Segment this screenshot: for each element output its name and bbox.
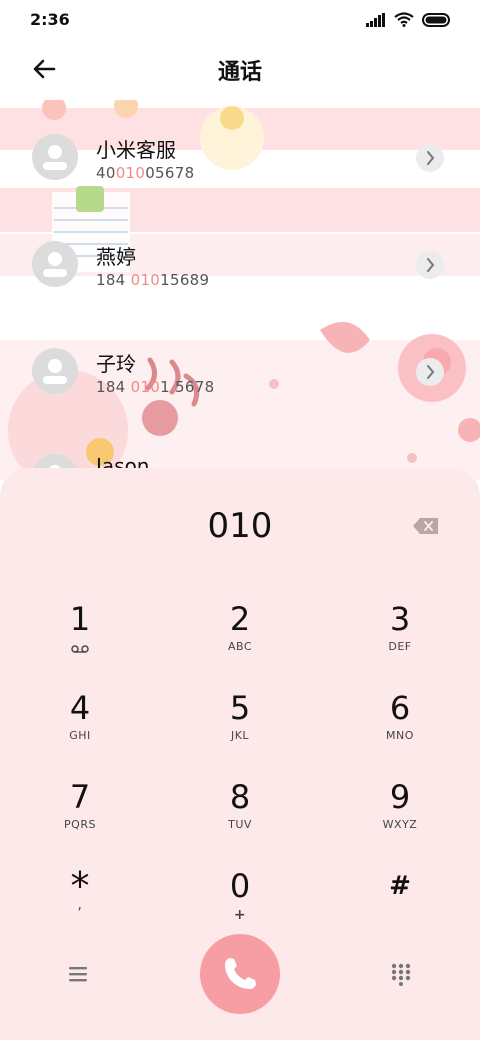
- list-item[interactable]: 小米客服 4001005678: [0, 100, 480, 208]
- contact-name: 小米客服: [96, 138, 176, 162]
- dialpad-icon[interactable]: [390, 962, 412, 986]
- backspace-icon[interactable]: [412, 516, 440, 536]
- avatar: [32, 241, 78, 287]
- dialer-panel: 010 1 2 ABC 3 DEF 4 GHI 5 JKL 6 MNO 7 PQ…: [0, 468, 480, 1040]
- chevron-right-icon[interactable]: [416, 144, 444, 172]
- dial-key-2[interactable]: 2 ABC: [180, 600, 300, 680]
- status-time: 2:36: [30, 10, 70, 29]
- dial-key-1[interactable]: 1: [20, 600, 140, 680]
- dialed-number: 010: [207, 506, 273, 546]
- wifi-icon: [394, 12, 414, 27]
- dial-key-9[interactable]: 9 WXYZ: [340, 778, 460, 858]
- signal-icon: [366, 12, 385, 27]
- avatar: [32, 348, 78, 394]
- battery-icon: [422, 12, 450, 27]
- contact-name: 燕婷: [96, 245, 136, 269]
- dial-key-hash[interactable]: #: [340, 867, 460, 947]
- phone-icon: [225, 958, 256, 989]
- avatar: [32, 134, 78, 180]
- status-icons: [366, 12, 452, 27]
- status-bar: 2:36: [0, 0, 480, 40]
- contact-number: 184 0101 5678: [96, 378, 215, 396]
- dial-key-3[interactable]: 3 DEF: [340, 600, 460, 680]
- contact-list: 小米客服 4001005678 燕婷 184 01015689 子玲 184 0…: [0, 100, 480, 480]
- dial-key-7[interactable]: 7 PQRS: [20, 778, 140, 858]
- dial-key-4[interactable]: 4 GHI: [20, 689, 140, 769]
- contact-number: 184 01015689: [96, 271, 210, 289]
- dial-key-5[interactable]: 5 JKL: [180, 689, 300, 769]
- contact-name: 子玲: [96, 352, 136, 376]
- call-button[interactable]: [200, 934, 280, 1014]
- dial-key-8[interactable]: 8 TUV: [180, 778, 300, 858]
- list-item[interactable]: 燕婷 184 01015689: [0, 207, 480, 315]
- voicemail-icon: [71, 645, 89, 653]
- page-title: 通话: [217, 60, 262, 85]
- dial-key-star[interactable]: * ,: [20, 867, 140, 947]
- menu-icon[interactable]: [66, 964, 90, 984]
- chevron-right-icon[interactable]: [416, 251, 444, 279]
- list-item[interactable]: 子玲 184 0101 5678: [0, 314, 480, 422]
- app-header: 通话: [0, 40, 480, 100]
- contact-number: 4001005678: [96, 164, 195, 182]
- chevron-right-icon[interactable]: [416, 358, 444, 386]
- dial-key-6[interactable]: 6 MNO: [340, 689, 460, 769]
